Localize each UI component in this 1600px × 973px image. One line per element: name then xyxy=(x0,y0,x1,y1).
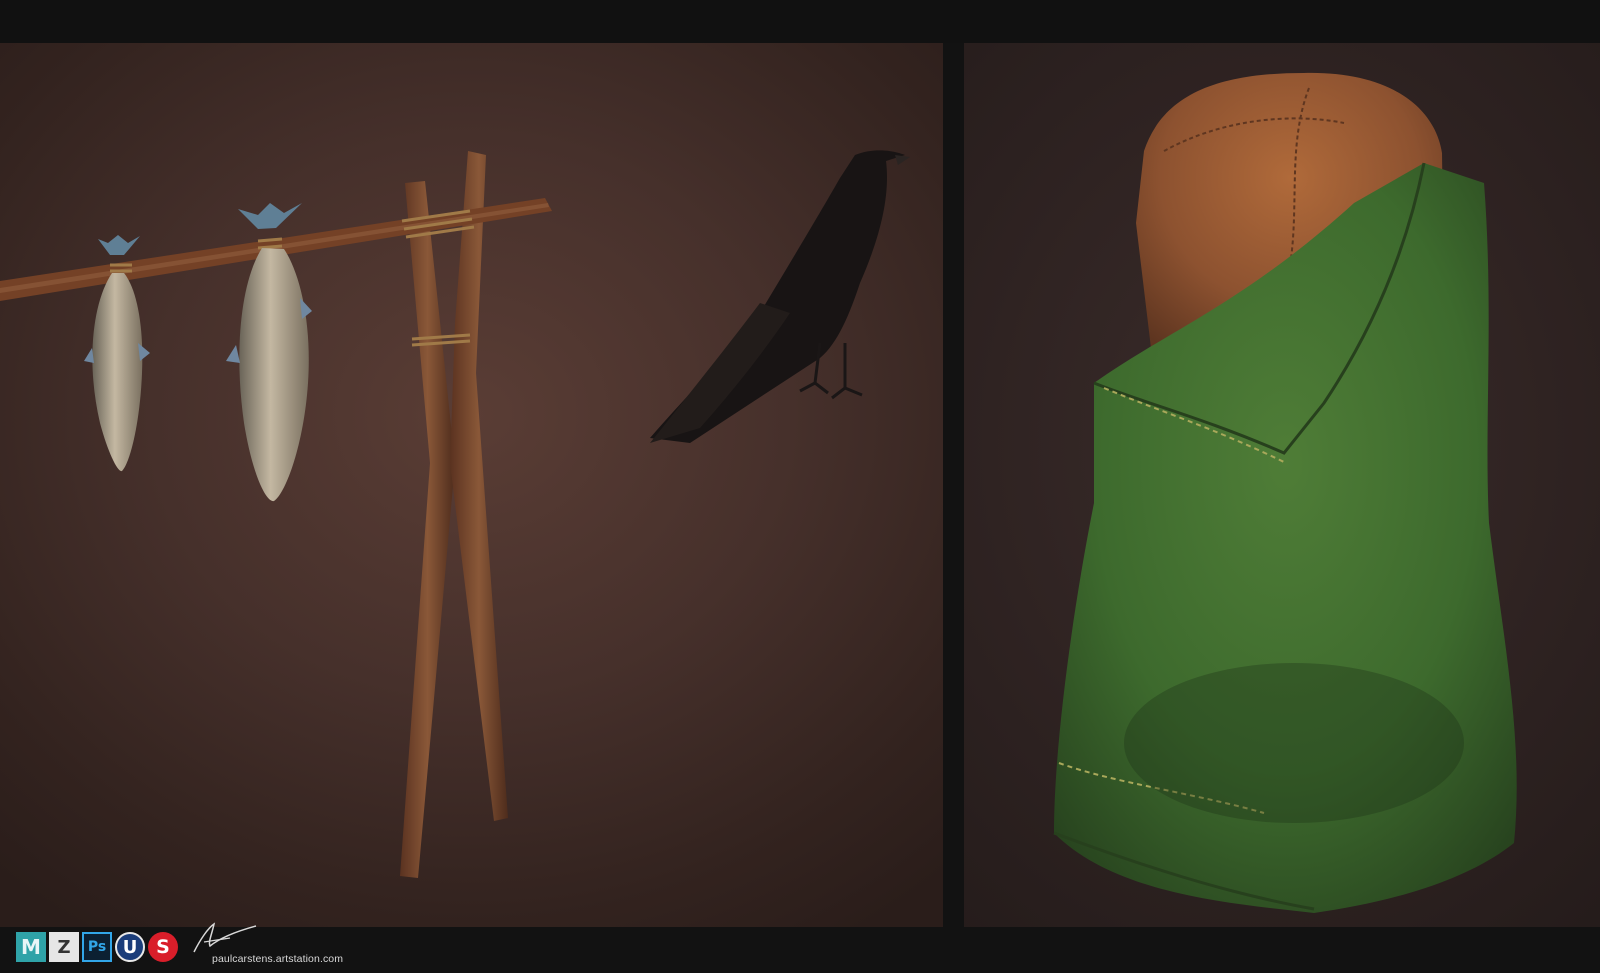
software-logos: M Z Ps U S xyxy=(16,929,178,965)
left-render-scene xyxy=(0,150,910,878)
rack-stake-left xyxy=(400,181,455,878)
artist-signature xyxy=(193,922,257,953)
photoshop-logo-icon: Ps xyxy=(82,932,112,962)
artist-website: paulcarstens.artstation.com xyxy=(212,953,344,965)
substance-painter-logo-icon: S xyxy=(148,932,178,962)
right-render-scene xyxy=(1053,72,1517,913)
top-bar xyxy=(0,0,1600,43)
unreal-engine-logo-icon: U xyxy=(115,932,145,962)
left-render-panel xyxy=(0,43,943,927)
green-blanket xyxy=(1053,162,1517,913)
zbrush-logo-icon: Z xyxy=(49,932,79,962)
maya-logo-icon: M xyxy=(16,932,46,962)
rack-stake-right xyxy=(450,151,508,821)
raven xyxy=(650,150,910,443)
right-render-panel xyxy=(964,43,1600,927)
